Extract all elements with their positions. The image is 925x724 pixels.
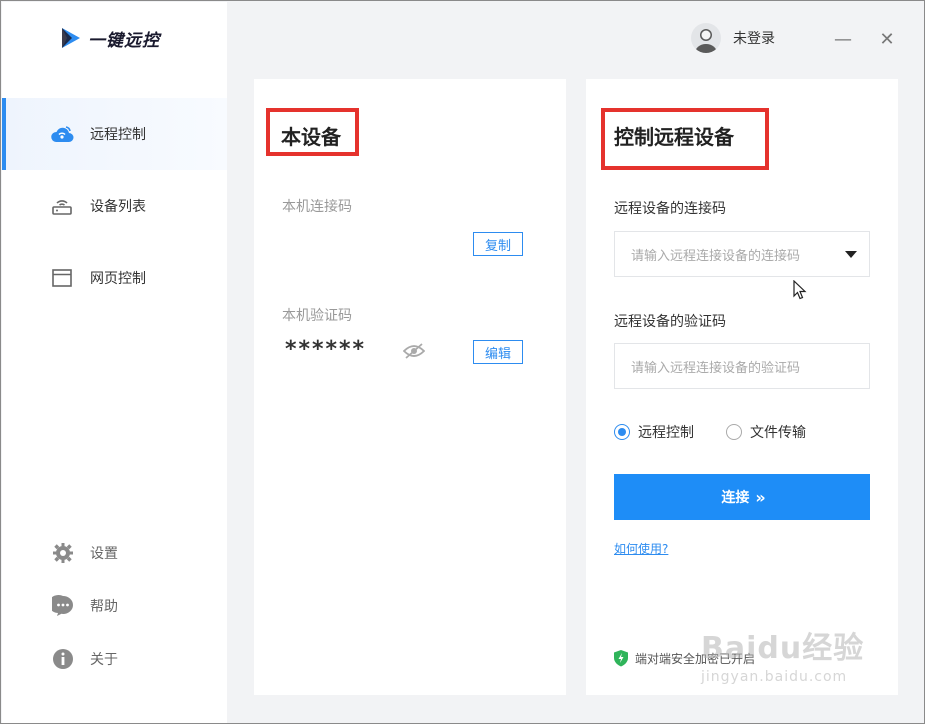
remote-control-title: 控制远程设备 [614, 125, 734, 149]
input-placeholder: 请输入远程连接设备的验证码 [631, 360, 801, 376]
sidebar-item-settings[interactable]: 设置 [2, 533, 227, 573]
logo-text: 一键远控 [88, 30, 160, 51]
sidebar-item-about[interactable]: 关于 [2, 639, 227, 679]
double-chevron-right-icon: » [755, 487, 765, 507]
close-button[interactable]: ✕ [877, 27, 897, 51]
radio-label: 远程控制 [638, 425, 694, 441]
chevron-down-icon[interactable] [845, 251, 857, 258]
mode-file-transfer-radio[interactable]: 文件传输 [726, 422, 806, 442]
app-window: 一键远控 远程控制 设备列表 网页控制 设置 帮助 关于 未登录 — ✕ 本设备… [0, 0, 925, 724]
copy-button[interactable]: 复制 [473, 232, 523, 256]
input-placeholder: 请输入远程连接设备的连接码 [631, 248, 801, 264]
gear-icon [52, 542, 74, 564]
how-to-use-link[interactable]: 如何使用? [614, 540, 668, 557]
info-icon [52, 648, 74, 670]
radio-label: 文件传输 [750, 425, 806, 441]
minimize-button[interactable]: — [833, 27, 853, 51]
local-device-panel [254, 79, 566, 695]
sidebar-item-device-list[interactable]: 设备列表 [2, 170, 227, 242]
sidebar: 一键远控 远程控制 设备列表 网页控制 设置 帮助 关于 [2, 2, 227, 723]
sidebar-item-label: 帮助 [90, 599, 118, 615]
watermark-main: Baidu经验 [701, 631, 865, 666]
app-logo: 一键远控 [60, 24, 160, 52]
sidebar-item-label: 网页控制 [90, 271, 146, 287]
edit-button[interactable]: 编辑 [473, 340, 523, 364]
eye-hidden-icon[interactable] [403, 343, 425, 359]
remote-verify-code-input[interactable]: 请输入远程连接设备的验证码 [614, 343, 870, 389]
sidebar-item-help[interactable]: 帮助 [2, 586, 227, 626]
minimize-icon: — [834, 28, 852, 50]
watermark-sub: jingyan.baidu.com [701, 669, 848, 685]
local-verify-code-label: 本机验证码 [282, 308, 352, 324]
mouse-cursor-icon [793, 280, 807, 300]
avatar [691, 23, 721, 53]
remote-connection-code-label: 远程设备的连接码 [614, 201, 726, 217]
sidebar-item-label: 设备列表 [90, 199, 146, 215]
user-account[interactable]: 未登录 [691, 23, 775, 53]
sidebar-item-label: 远程控制 [90, 127, 146, 143]
radio-unchecked-icon [726, 424, 742, 440]
shield-icon [614, 650, 628, 667]
sidebar-item-remote-control[interactable]: 远程控制 [2, 98, 227, 170]
sidebar-item-label: 设置 [90, 546, 118, 562]
sidebar-item-web-control[interactable]: 网页控制 [2, 242, 227, 314]
logo-icon [62, 28, 80, 48]
connect-button[interactable]: 连接 » [614, 474, 870, 520]
cloud-remote-icon [50, 123, 74, 145]
baidu-watermark: Baidu经验 jingyan.baidu.com [701, 623, 864, 685]
connect-label: 连接 [721, 490, 750, 506]
close-icon: ✕ [879, 28, 895, 50]
local-device-title: 本设备 [281, 125, 341, 149]
radio-checked-icon [614, 424, 630, 440]
local-connection-code-label: 本机连接码 [282, 199, 352, 215]
router-icon [50, 195, 74, 217]
verify-code-value: ****** [285, 337, 367, 362]
mode-remote-control-radio[interactable]: 远程控制 [614, 422, 694, 442]
sidebar-item-label: 关于 [90, 652, 118, 668]
remote-verify-code-label: 远程设备的验证码 [614, 314, 726, 330]
remote-connection-code-input[interactable]: 请输入远程连接设备的连接码 [614, 231, 870, 277]
browser-window-icon [50, 267, 74, 289]
user-name: 未登录 [733, 31, 775, 47]
chat-help-icon [52, 595, 74, 617]
